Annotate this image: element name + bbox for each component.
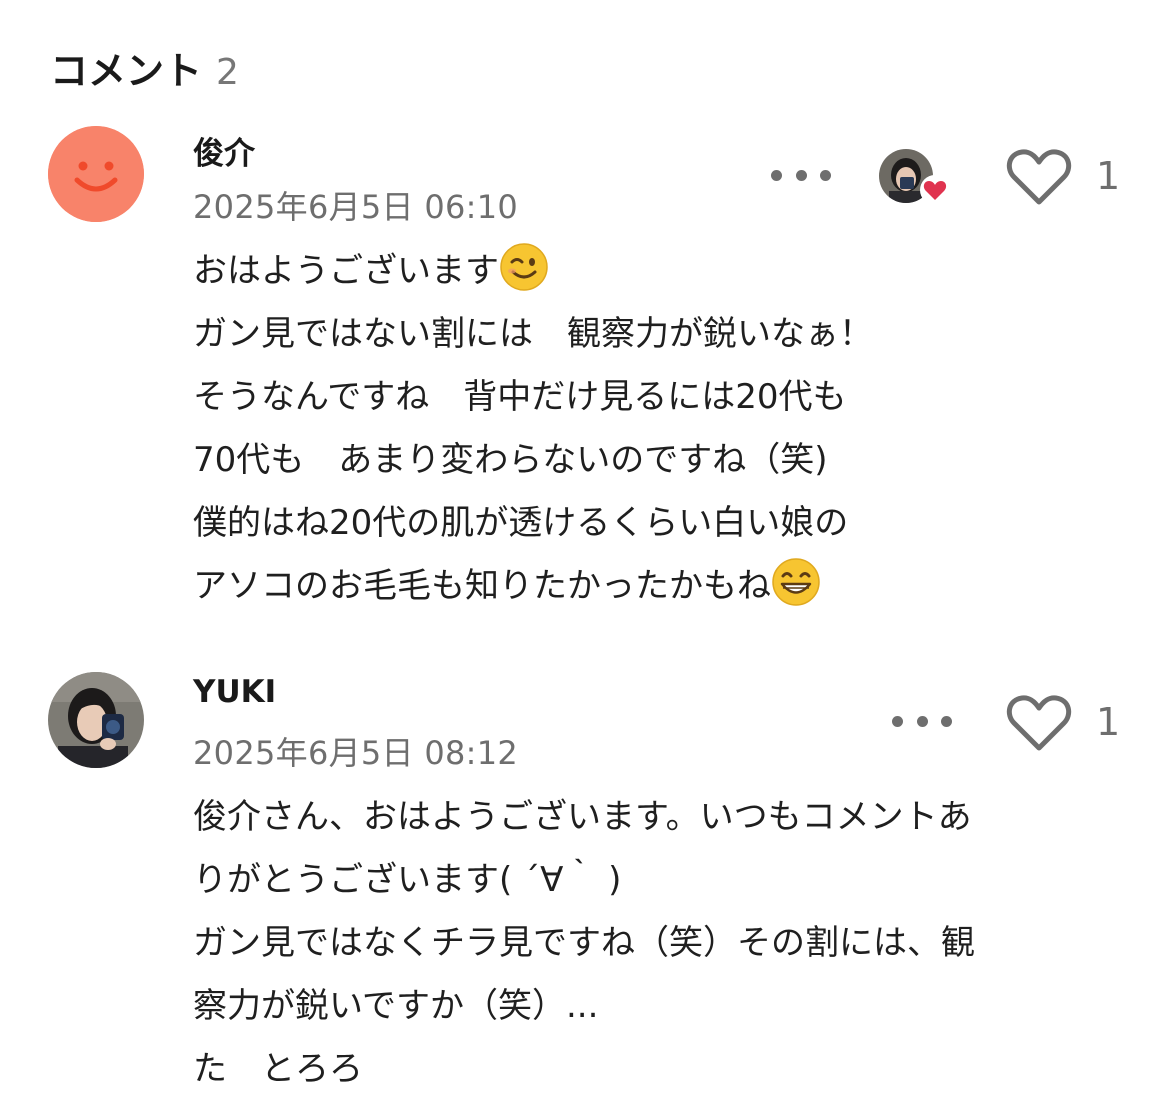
user-photo-avatar — [48, 672, 144, 768]
comment-timestamp: 2025年6月5日 06:10 — [193, 188, 519, 226]
comment-author[interactable]: 俊介 — [193, 128, 255, 173]
more-options-button[interactable] — [771, 155, 831, 195]
comment-line: 70代も あまり変わらないのですね（笑) — [193, 440, 828, 480]
comment-line: おはようございます — [193, 240, 1113, 303]
comment-line: アソコのお毛毛も知りたかったかもね — [193, 555, 1113, 618]
comments-header: コメント 2 — [50, 40, 239, 93]
comment-line: りがとうございます( ´∀｀ ) — [193, 860, 622, 900]
like-count: 1 — [1096, 154, 1121, 198]
like-button[interactable] — [1004, 692, 1074, 754]
comments-title: コメント — [50, 49, 203, 93]
more-dot — [916, 715, 928, 727]
comment-line: 僕的はね20代の肌が透けるくらい白い娘の — [193, 503, 849, 543]
comment-body: おはようございます ガン見ではない割には 観察力が鋭いなぁ！ そうなんですね 背… — [193, 240, 1113, 618]
comment-line: 俊介さん、おはようございます。いつもコメントあ — [193, 797, 972, 837]
comment-line: そうなんですね 背中だけ見るには20代も — [193, 377, 847, 417]
heart-outline-icon — [1006, 149, 1072, 205]
heart-outline-icon — [1006, 695, 1072, 751]
like-count: 1 — [1096, 700, 1121, 744]
more-options-button[interactable] — [892, 701, 952, 741]
heart-filled-icon — [920, 175, 950, 205]
more-dot — [941, 715, 952, 727]
avatar[interactable] — [48, 126, 144, 222]
more-dot — [892, 715, 903, 727]
like-button[interactable] — [1004, 146, 1074, 208]
more-dot — [820, 169, 831, 181]
comments-count: 2 — [216, 52, 239, 93]
avatar[interactable] — [48, 672, 144, 768]
comment-line: 察力が鋭いですか（笑）... — [193, 986, 599, 1026]
more-dot — [771, 169, 782, 181]
more-dot — [795, 169, 807, 181]
comment-line: ガン見ではなくチラ見ですね（笑）その割には、観 — [193, 923, 975, 963]
comment-timestamp: 2025年6月5日 08:12 — [193, 734, 519, 772]
grinning-face-icon — [772, 558, 820, 606]
comment-line: た とろろ — [193, 1049, 363, 1089]
smiley-face-icon — [48, 126, 144, 222]
comment-author[interactable]: YUKI — [193, 674, 276, 710]
winking-face-icon — [500, 243, 548, 291]
comment-body: 俊介さん、おはようございます。いつもコメントあ りがとうございます( ´∀｀ )… — [193, 786, 1113, 1101]
comment-line: ガン見ではない割には 観察力が鋭いなぁ！ — [193, 314, 873, 354]
